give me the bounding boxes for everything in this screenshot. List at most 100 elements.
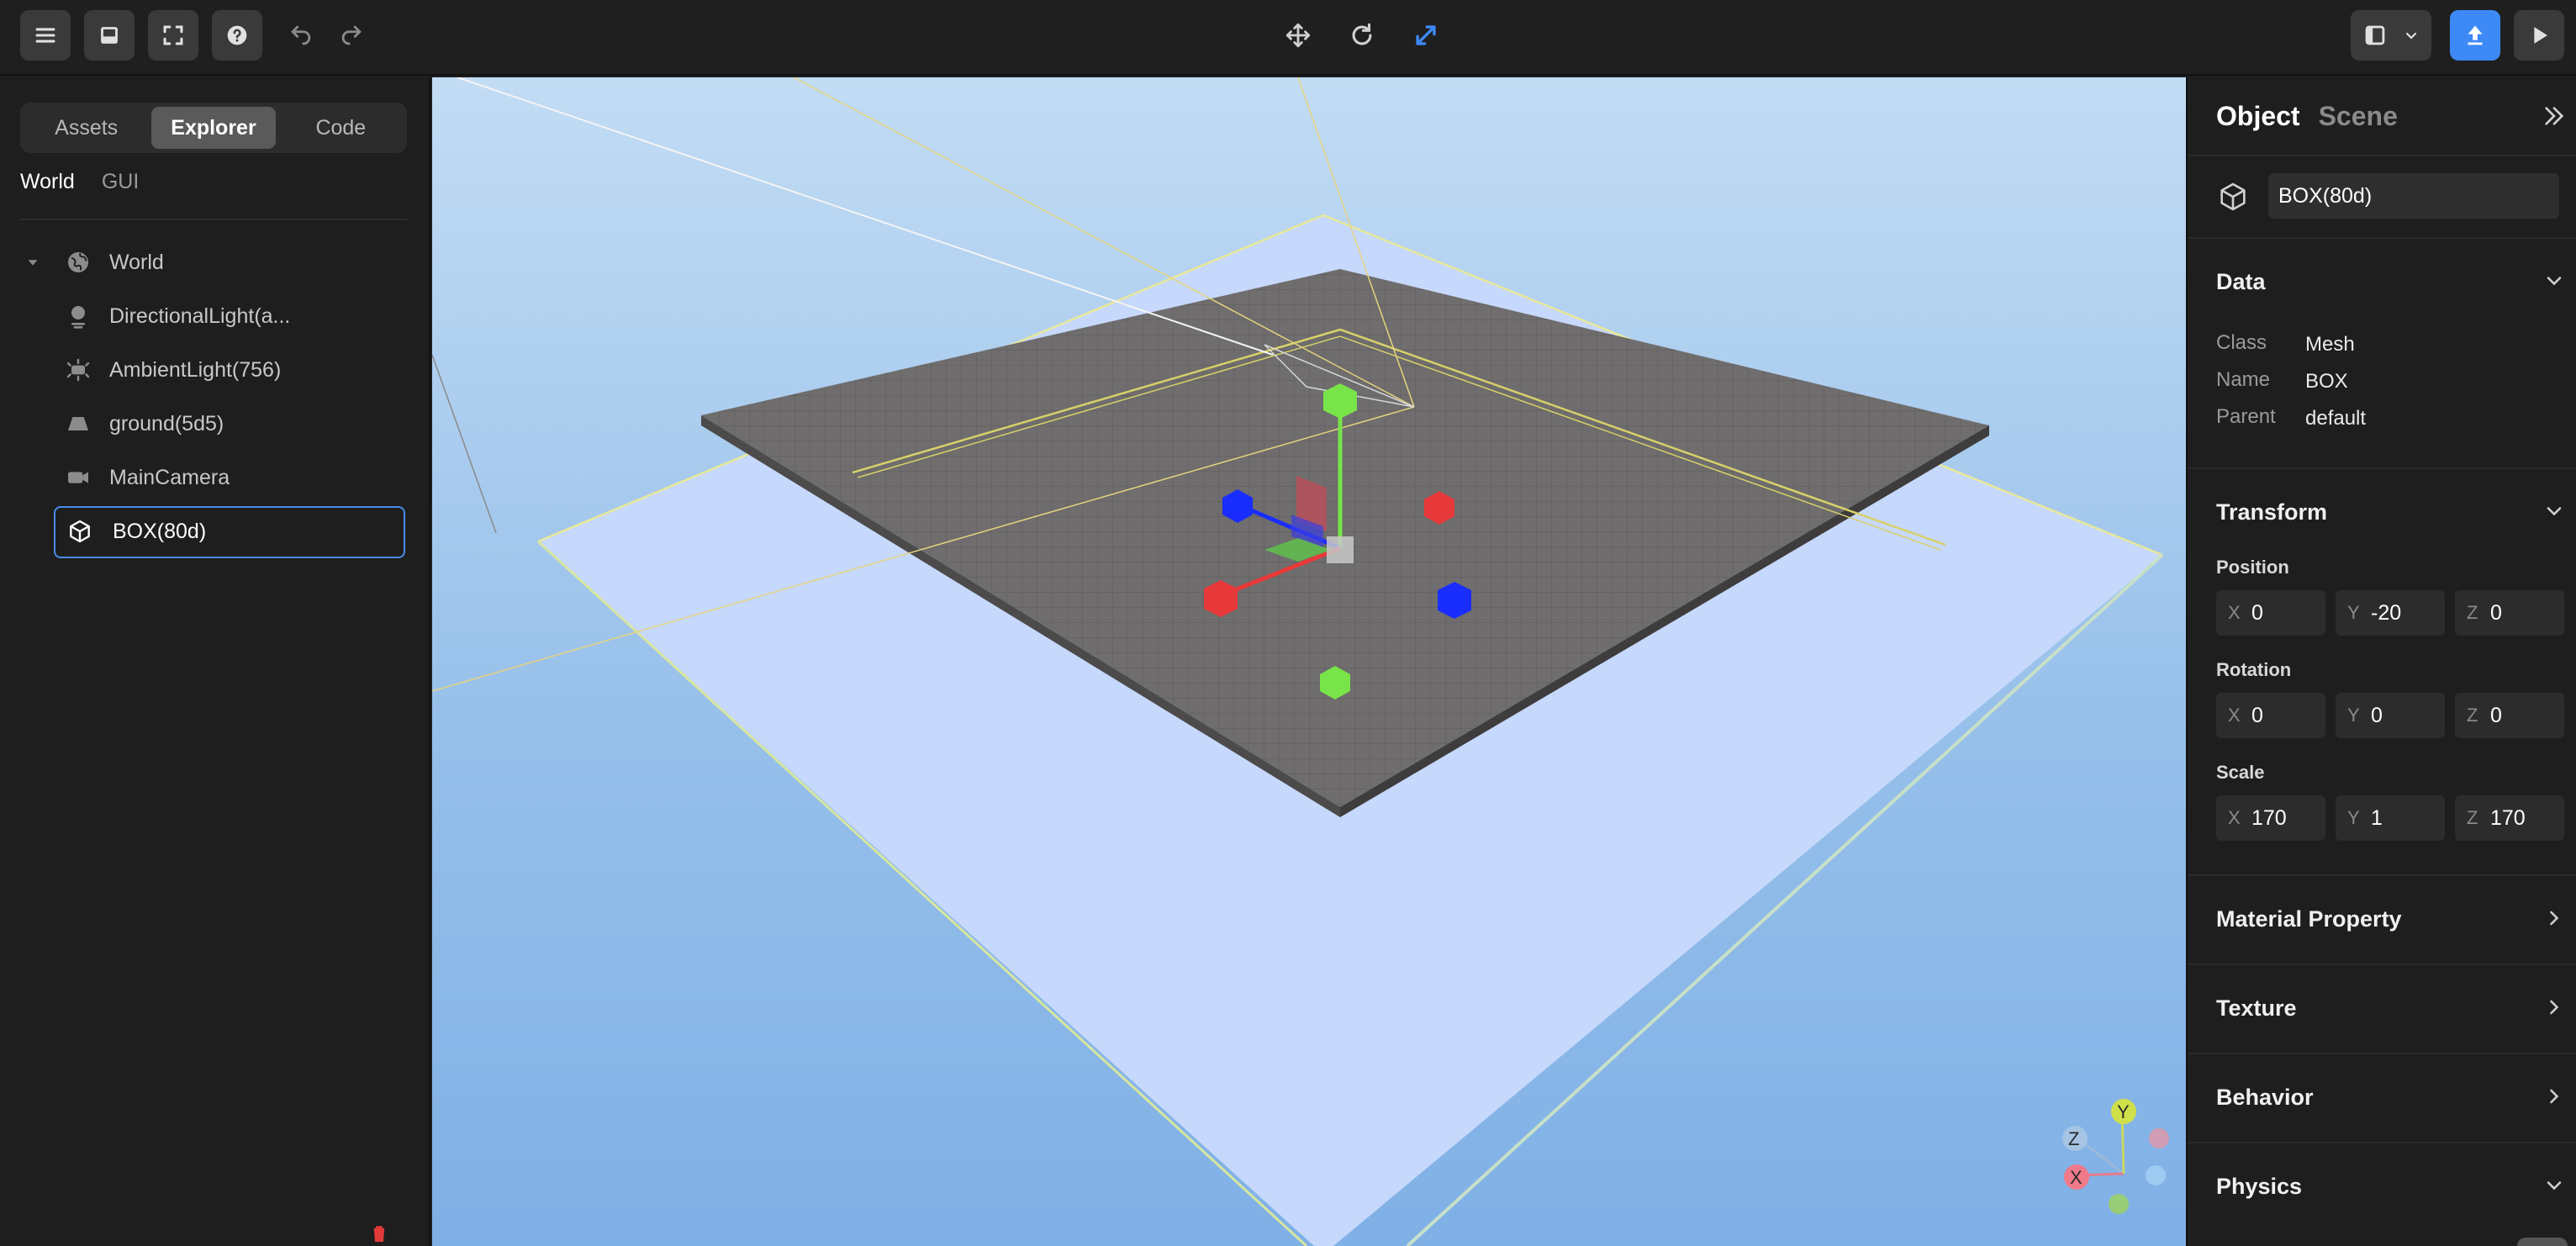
orientation-x-label: X bbox=[2070, 1167, 2082, 1188]
value: 0 bbox=[2490, 703, 2502, 727]
globe-icon bbox=[64, 248, 92, 277]
tab-code[interactable]: Code bbox=[279, 107, 403, 149]
section-physics-header[interactable]: Physics bbox=[2216, 1174, 2302, 1200]
scene-viewport[interactable]: Y Z X bbox=[432, 77, 2186, 1246]
data-key-class: Class bbox=[2216, 331, 2267, 354]
tree-item-world[interactable]: World bbox=[0, 237, 430, 288]
value: -20 bbox=[2371, 600, 2402, 625]
value: 0 bbox=[2251, 703, 2263, 727]
value: 0 bbox=[2490, 600, 2502, 625]
rotation-y-field[interactable]: Y0 bbox=[2336, 693, 2445, 738]
play-button[interactable] bbox=[2514, 10, 2564, 61]
chevron-down-icon[interactable] bbox=[2542, 499, 2566, 523]
rotation-label: Rotation bbox=[2216, 659, 2292, 680]
layout-icon bbox=[2365, 25, 2385, 45]
data-value-name: BOX bbox=[2305, 370, 2348, 393]
publish-button[interactable] bbox=[2450, 10, 2500, 61]
inbox-button[interactable] bbox=[84, 10, 135, 61]
value: 0 bbox=[2371, 703, 2383, 727]
redo-icon bbox=[341, 25, 362, 45]
rotation-x-field[interactable]: X0 bbox=[2216, 693, 2325, 738]
help-icon bbox=[227, 25, 247, 45]
tree-item-main-camera[interactable]: MainCamera bbox=[0, 452, 430, 503]
position-x-field[interactable]: X0 bbox=[2216, 590, 2325, 636]
separator bbox=[2188, 155, 2576, 156]
trash-icon[interactable] bbox=[367, 1221, 392, 1246]
axis-label: X bbox=[2228, 705, 2241, 726]
camera-icon bbox=[64, 463, 92, 492]
help-button[interactable] bbox=[212, 10, 262, 61]
physics-toggle[interactable] bbox=[2517, 1238, 2568, 1246]
rotate-tool-button[interactable] bbox=[1338, 12, 1386, 59]
chevron-right-icon[interactable] bbox=[2542, 1085, 2566, 1108]
menu-button[interactable] bbox=[20, 10, 71, 61]
scale-z-field[interactable]: Z 170 bbox=[2455, 795, 2564, 841]
tab-object[interactable]: Object bbox=[2216, 101, 2300, 132]
layout-toggle-button[interactable] bbox=[2351, 10, 2431, 61]
scale-label: Scale bbox=[2216, 762, 2265, 783]
chevron-down-icon[interactable] bbox=[2542, 1174, 2566, 1197]
cube-icon bbox=[2220, 182, 2246, 211]
object-name-input[interactable]: BOX(80d) bbox=[2268, 173, 2559, 219]
tree-item-box[interactable]: BOX(80d) bbox=[0, 506, 430, 558]
axis-label: Z bbox=[2467, 602, 2478, 623]
undo-icon bbox=[291, 25, 311, 45]
position-label: Position bbox=[2216, 557, 2289, 578]
data-value-parent: default bbox=[2305, 407, 2367, 430]
redo-button[interactable] bbox=[328, 12, 375, 59]
move-tool-button[interactable] bbox=[1275, 12, 1322, 59]
rotation-z-field[interactable]: Z0 bbox=[2455, 693, 2564, 738]
caret-down-icon bbox=[28, 260, 38, 266]
tab-scene[interactable]: Scene bbox=[2319, 101, 2398, 132]
left-tab-bar: Assets Explorer Code bbox=[20, 103, 407, 153]
orientation-z-label: Z bbox=[2068, 1128, 2080, 1149]
section-data-header[interactable]: Data bbox=[2216, 269, 2266, 295]
chevron-down-icon[interactable] bbox=[2542, 269, 2566, 293]
section-texture-header[interactable]: Texture bbox=[2216, 995, 2297, 1022]
tab-assets[interactable]: Assets bbox=[24, 107, 148, 149]
axis-label: Y bbox=[2347, 602, 2360, 623]
separator bbox=[2188, 874, 2576, 876]
properties-panel: Object Scene BOX(80d) Data Class Mesh Na… bbox=[2186, 77, 2576, 1246]
fullscreen-button[interactable] bbox=[148, 10, 198, 61]
axis-label: Y bbox=[2347, 705, 2360, 726]
chevron-right-icon[interactable] bbox=[2542, 906, 2566, 930]
subtab-world[interactable]: World bbox=[20, 170, 75, 194]
section-transform-header[interactable]: Transform bbox=[2216, 499, 2327, 525]
tree-item-label: ground(5d5) bbox=[109, 411, 224, 436]
axis-label: X bbox=[2228, 602, 2241, 623]
scale-x-field[interactable]: X 170 bbox=[2216, 795, 2325, 841]
ambient-light-icon bbox=[64, 356, 92, 384]
orientation-y-label: Y bbox=[2117, 1101, 2130, 1122]
move-icon bbox=[1285, 23, 1311, 48]
play-icon bbox=[2534, 27, 2547, 44]
selection-outline bbox=[54, 506, 405, 558]
ground-icon bbox=[64, 409, 92, 438]
section-behavior-header[interactable]: Behavior bbox=[2216, 1085, 2314, 1111]
tree-item-label: DirectionalLight(a... bbox=[109, 304, 291, 328]
tree-item-label: World bbox=[109, 250, 164, 274]
tree-item-directional-light[interactable]: DirectionalLight(a... bbox=[0, 291, 430, 341]
tree-item-label: MainCamera bbox=[109, 465, 230, 489]
section-material-header[interactable]: Material Property bbox=[2216, 906, 2402, 932]
separator bbox=[2188, 467, 2576, 469]
value: 1 bbox=[2371, 805, 2383, 830]
undo-button[interactable] bbox=[277, 12, 325, 59]
position-y-field[interactable]: Y -20 bbox=[2336, 590, 2445, 636]
separator bbox=[2188, 964, 2576, 965]
separator bbox=[2188, 1142, 2576, 1143]
scene-canvas bbox=[432, 77, 2169, 1246]
scale-y-field[interactable]: Y1 bbox=[2336, 795, 2445, 841]
scale-tool-button[interactable] bbox=[1402, 12, 1449, 59]
tree-item-ambient-light[interactable]: AmbientLight(756) bbox=[0, 345, 430, 395]
chevron-right-icon[interactable] bbox=[2542, 995, 2566, 1019]
rotate-icon bbox=[1352, 23, 1372, 45]
collapse-panel-icon[interactable] bbox=[2541, 103, 2568, 129]
publish-icon bbox=[2468, 25, 2483, 45]
position-z-field[interactable]: Z0 bbox=[2455, 590, 2564, 636]
subtab-gui[interactable]: GUI bbox=[102, 170, 139, 194]
explorer-subtabs: World GUI bbox=[20, 170, 139, 194]
fullscreen-icon bbox=[163, 25, 183, 45]
tree-item-ground[interactable]: ground(5d5) bbox=[0, 399, 430, 449]
tab-explorer[interactable]: Explorer bbox=[151, 107, 276, 149]
